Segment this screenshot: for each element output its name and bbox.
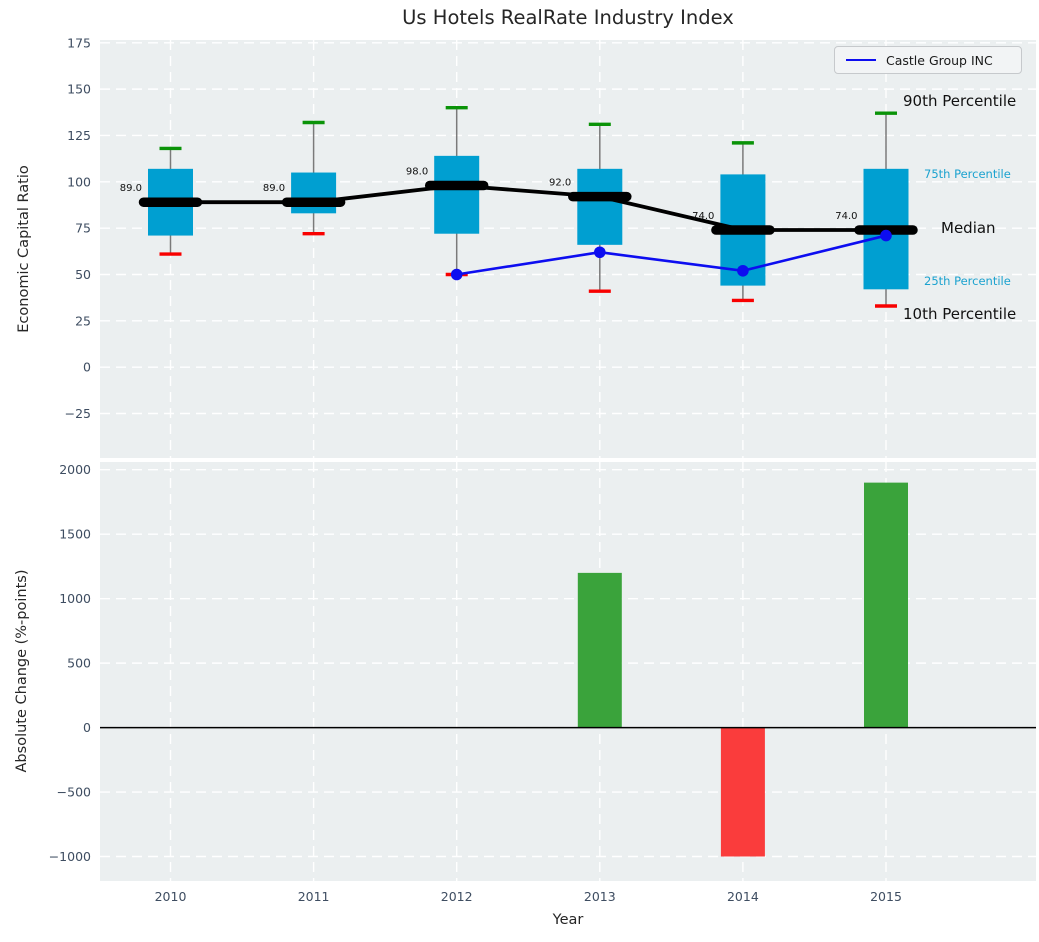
y-tick-label: 1500	[59, 527, 91, 542]
legend-line-sample	[846, 59, 876, 62]
x-tick-label: 2011	[298, 889, 330, 904]
chart-canvas: 175 150 125 100 75 50 25 0 −25 2000 1500 1000 500 0 −5…	[0, 0, 1039, 942]
x-tick-label: 2012	[441, 889, 473, 904]
y-tick-label: 1000	[59, 591, 91, 606]
y-tick-label: 0	[83, 720, 91, 735]
y-tick-label: 2000	[59, 462, 91, 477]
y-tick-label: 0	[83, 360, 91, 375]
y-tick-label: 500	[67, 656, 91, 671]
median-value-label: 89.0	[263, 183, 285, 194]
bar-negative	[721, 728, 765, 857]
x-tick-label: 2010	[155, 889, 187, 904]
x-tick-label: 2015	[870, 889, 902, 904]
box-rect	[291, 173, 336, 214]
y-tick-label: 75	[75, 221, 91, 236]
median-value-label: 98.0	[406, 167, 428, 178]
x-axis-label: Year	[100, 912, 1036, 928]
annotation-median: Median	[941, 219, 996, 237]
x-tick-label: 2013	[584, 889, 616, 904]
y-tick-label: 100	[67, 174, 91, 189]
annotation-10th-percentile: 10th Percentile	[903, 305, 1016, 323]
median-value-label: 89.0	[120, 183, 142, 194]
figure: 175 150 125 100 75 50 25 0 −25 2000 1500 1000 500 0 −5…	[0, 0, 1039, 942]
company-point	[880, 230, 892, 242]
y-tick-label: −500	[57, 785, 91, 800]
y-tick-label: 25	[75, 313, 91, 328]
y-tick-label: 125	[67, 128, 91, 143]
y-axis-label-top: Economic Capital Ratio	[16, 165, 32, 332]
company-point	[737, 265, 749, 277]
median-value-label: 92.0	[549, 178, 571, 189]
bar-positive	[864, 483, 908, 728]
y-tick-label: −25	[65, 406, 91, 421]
bar-positive	[578, 573, 622, 728]
annotation-25th-percentile: 25th Percentile	[924, 274, 1011, 288]
y-tick-label: 50	[75, 267, 91, 282]
median-value-label: 74.0	[692, 211, 714, 222]
legend-label: Castle Group INC	[886, 53, 993, 68]
annotation-75th-percentile: 75th Percentile	[924, 167, 1011, 181]
chart-title: Us Hotels RealRate Industry Index	[100, 6, 1036, 29]
box-rect	[434, 156, 479, 234]
y-tick-label: 175	[67, 35, 91, 50]
y-axis-label-bottom: Absolute Change (%-points)	[14, 570, 30, 773]
annotation-90th-percentile: 90th Percentile	[903, 92, 1016, 110]
median-value-label: 74.0	[835, 211, 857, 222]
company-point	[594, 246, 606, 258]
y-tick-label: −1000	[49, 849, 91, 864]
legend: Castle Group INC	[834, 46, 1022, 74]
company-point	[451, 269, 463, 281]
box-rect	[577, 169, 622, 245]
y-tick-label: 150	[67, 82, 91, 97]
x-tick-label: 2014	[727, 889, 759, 904]
